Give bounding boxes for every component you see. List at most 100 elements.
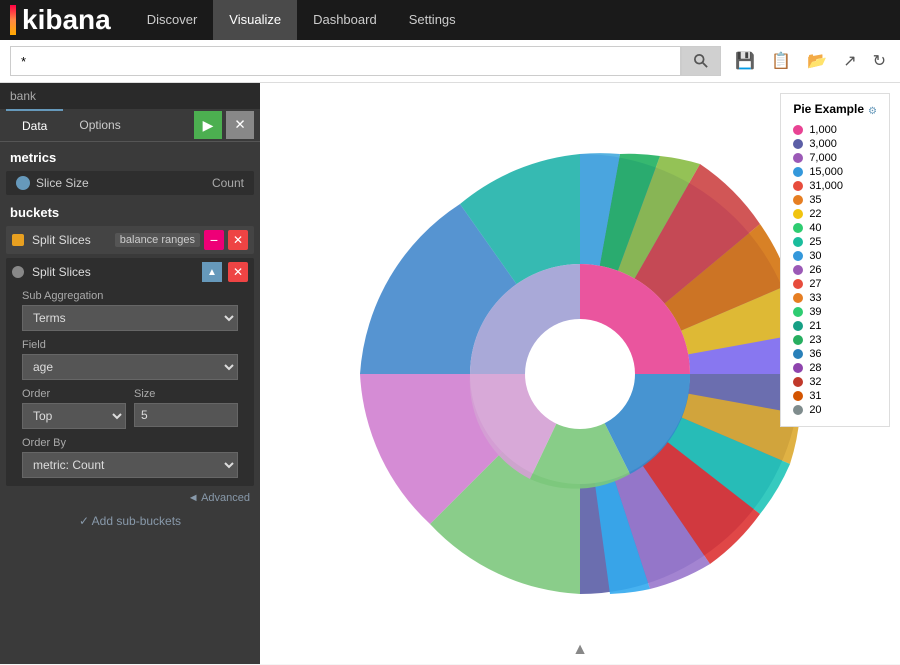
legend-item[interactable]: 7,000 <box>793 152 877 164</box>
sub-aggregation-group: Sub Aggregation Terms <box>12 286 248 335</box>
search-button[interactable] <box>681 46 721 76</box>
legend-label: 15,000 <box>809 166 843 178</box>
metric-icon <box>16 176 30 190</box>
order-col: Order Top <box>22 388 126 429</box>
legend-dot <box>793 153 803 163</box>
split-slices-row-2: Split Slices ▲ ✕ <box>12 262 248 282</box>
size-input[interactable] <box>134 403 238 427</box>
legend-dot <box>793 405 803 415</box>
legend-dot <box>793 335 803 345</box>
logo-text: kibana <box>22 4 111 36</box>
embed-icon[interactable]: ↗ <box>839 47 860 75</box>
nav-discover[interactable]: Discover <box>131 0 214 40</box>
legend-item[interactable]: 30 <box>793 250 877 262</box>
logo: kibana <box>10 4 111 36</box>
order-by-select[interactable]: metric: Count <box>22 452 238 478</box>
pie-chart-container <box>330 124 830 624</box>
legend-dot <box>793 321 803 331</box>
search-input[interactable] <box>10 46 681 76</box>
bucket-icon-2 <box>12 266 24 278</box>
nav-dashboard[interactable]: Dashboard <box>297 0 393 40</box>
legend-label: 21 <box>809 320 821 332</box>
bottom-arrow[interactable]: ▲ <box>572 641 588 659</box>
legend-dot <box>793 391 803 401</box>
legend-item[interactable]: 40 <box>793 222 877 234</box>
search-icon <box>694 54 708 68</box>
slice-size-label: Slice Size <box>36 176 212 190</box>
legend-filter-icon[interactable]: ⚙ <box>868 106 877 117</box>
split-slices-badge-1: balance ranges <box>115 233 200 247</box>
legend-item[interactable]: 32 <box>793 376 877 388</box>
legend-item[interactable]: 39 <box>793 306 877 318</box>
legend-item[interactable]: 1,000 <box>793 124 877 136</box>
sidebar-index-label: bank <box>0 83 260 109</box>
legend-dot <box>793 223 803 233</box>
bucket-minus-button-1[interactable]: − <box>204 230 224 250</box>
close-sidebar-button[interactable]: ✕ <box>226 111 254 139</box>
legend: Pie Example ⚙ 1,000 3,000 7,000 15,000 3… <box>780 93 890 427</box>
buckets-title: buckets <box>0 197 260 224</box>
legend-dot <box>793 363 803 373</box>
search-bar: 💾 📋 📂 ↗ ↻ <box>0 40 900 83</box>
logo-bar <box>10 5 16 35</box>
load-icon[interactable]: 📋 <box>767 47 795 75</box>
legend-item[interactable]: 31 <box>793 390 877 402</box>
legend-item[interactable]: 15,000 <box>793 166 877 178</box>
sub-aggregation-label: Sub Aggregation <box>22 290 238 302</box>
slice-size-row: Slice Size Count <box>6 171 254 195</box>
nav-visualize[interactable]: Visualize <box>213 0 297 40</box>
order-select[interactable]: Top <box>22 403 126 429</box>
split-slices-label-1: Split Slices <box>32 233 111 247</box>
legend-dot <box>793 307 803 317</box>
tab-options[interactable]: Options <box>63 110 136 140</box>
legend-item[interactable]: 25 <box>793 236 877 248</box>
sidebar-tabs: Data Options ▶ ✕ <box>0 109 260 142</box>
legend-label: 27 <box>809 278 821 290</box>
legend-item[interactable]: 27 <box>793 278 877 290</box>
legend-item[interactable]: 21 <box>793 320 877 332</box>
legend-label: 39 <box>809 306 821 318</box>
tab-data[interactable]: Data <box>6 109 63 141</box>
bucket-remove-button-1[interactable]: ✕ <box>228 230 248 250</box>
content-area: Pie Example ⚙ 1,000 3,000 7,000 15,000 3… <box>260 83 900 664</box>
bucket-up-button[interactable]: ▲ <box>202 262 222 282</box>
sub-aggregation-select[interactable]: Terms <box>22 305 238 331</box>
legend-dot <box>793 167 803 177</box>
legend-label: 36 <box>809 348 821 360</box>
legend-item[interactable]: 22 <box>793 208 877 220</box>
legend-item[interactable]: 28 <box>793 362 877 374</box>
bucket-color-1 <box>12 234 24 246</box>
field-group: Field age <box>12 335 248 384</box>
legend-item[interactable]: 33 <box>793 292 877 304</box>
pie-chart <box>330 124 830 624</box>
order-by-group: Order By metric: Count <box>12 433 248 482</box>
refresh-icon[interactable]: ↻ <box>869 47 890 75</box>
advanced-link[interactable]: ◄ Advanced <box>0 488 260 508</box>
legend-item[interactable]: 35 <box>793 194 877 206</box>
legend-label: 20 <box>809 404 821 416</box>
field-select[interactable]: age <box>22 354 238 380</box>
legend-dot <box>793 237 803 247</box>
legend-label: 35 <box>809 194 821 206</box>
legend-label: 30 <box>809 250 821 262</box>
legend-label: 23 <box>809 334 821 346</box>
run-button[interactable]: ▶ <box>194 111 222 139</box>
legend-item[interactable]: 23 <box>793 334 877 346</box>
add-sub-buckets-link[interactable]: ✓ Add sub-buckets <box>0 508 260 534</box>
legend-item[interactable]: 31,000 <box>793 180 877 192</box>
legend-label: 32 <box>809 376 821 388</box>
legend-label: 26 <box>809 264 821 276</box>
legend-label: 31 <box>809 390 821 402</box>
sidebar: bank Data Options ▶ ✕ metrics Slice Size… <box>0 83 260 664</box>
legend-item[interactable]: 20 <box>793 404 877 416</box>
share-icon[interactable]: 📂 <box>803 47 831 75</box>
nav-settings[interactable]: Settings <box>393 0 472 40</box>
nav-menu: Discover Visualize Dashboard Settings <box>131 0 472 40</box>
legend-item[interactable]: 3,000 <box>793 138 877 150</box>
field-label: Field <box>22 339 238 351</box>
save-icon[interactable]: 💾 <box>731 47 759 75</box>
legend-item[interactable]: 26 <box>793 264 877 276</box>
bucket-remove-button-2[interactable]: ✕ <box>228 262 248 282</box>
main-layout: bank Data Options ▶ ✕ metrics Slice Size… <box>0 83 900 664</box>
legend-item[interactable]: 36 <box>793 348 877 360</box>
